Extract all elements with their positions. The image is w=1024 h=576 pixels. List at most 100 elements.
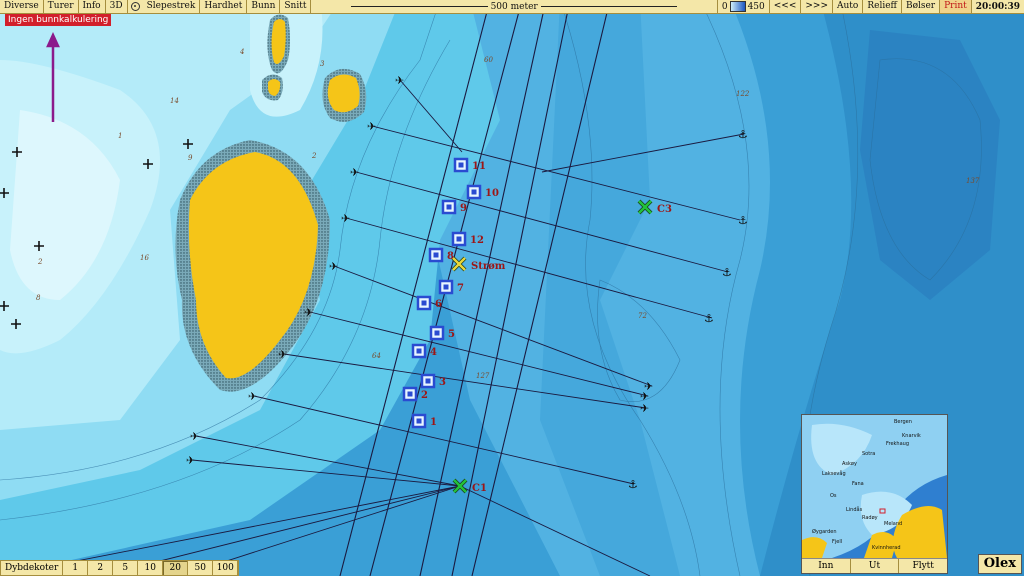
auto-button[interactable]: Auto [833, 0, 864, 13]
top-toolbar: Diverse Turer Info 3D Slepestrek Hardhet… [0, 0, 1024, 14]
minimap-place-name: Fjell [832, 539, 842, 545]
nav-back-button[interactable]: <<< [768, 0, 802, 13]
menu-bunn[interactable]: Bunn [247, 0, 281, 13]
minimap-place-name: Os [830, 493, 837, 499]
minimap-place-name: Laksevåg [822, 470, 846, 477]
minimap-place-name: Radøy [862, 515, 878, 521]
minimap-place-name: Kvinnherad [872, 545, 901, 551]
warning-badge: Ingen bunnkalkulering [5, 14, 112, 26]
depth-curve-selector: Dybdekoter 1 2 5 10 20 50 100 [0, 560, 240, 576]
marker-label: 11 [472, 161, 486, 172]
sample-marker[interactable]: 6 [416, 295, 442, 311]
olex-logo: Olex [977, 554, 1022, 574]
depth-label: 9 [188, 154, 193, 162]
depth-label: 16 [140, 254, 149, 262]
minimap-place-name: Knarvik [902, 433, 921, 439]
relieff-button[interactable]: Relieff [863, 0, 902, 13]
svg-text:✈: ✈ [367, 120, 376, 133]
marker-label: 10 [485, 188, 499, 199]
sample-marker[interactable]: 3 [420, 373, 446, 389]
depth-label: 122 [736, 90, 750, 98]
minimap-place-name: Sotra [862, 451, 875, 457]
target-icon[interactable] [130, 2, 140, 11]
marker-label: 4 [430, 347, 437, 358]
minimap-place-name: Lindås [846, 506, 863, 513]
waypoint-label: Strøm [471, 261, 506, 272]
depth-curve-option-selected[interactable]: 20 [163, 561, 189, 575]
overview-minimap[interactable]: Bergen Knarvik Frekhaug Sotra Askøy Laksevåg F… [801, 414, 948, 574]
depth-label: 3 [320, 60, 325, 68]
svg-text:✈: ✈ [395, 74, 404, 87]
depth-label: 8 [36, 294, 41, 302]
svg-text:⚓: ⚓ [722, 266, 732, 279]
minimap-place-name: Bergen [894, 419, 912, 425]
minimap-place-name: Øygarden [812, 528, 837, 535]
print-button[interactable]: Print [940, 0, 972, 13]
svg-text:✈: ✈ [640, 402, 649, 415]
svg-text:✈: ✈ [248, 390, 257, 403]
svg-text:✈: ✈ [329, 260, 338, 273]
menu-snitt[interactable]: Snitt [280, 0, 312, 13]
sample-marker[interactable]: 5 [429, 325, 455, 341]
depth-curve-option[interactable]: 50 [188, 561, 214, 575]
marker-label: 3 [439, 377, 446, 388]
svg-text:⚓: ⚓ [628, 478, 638, 491]
minimap-buttons: Inn Ut Flytt [802, 558, 947, 573]
minimap-view[interactable]: Bergen Knarvik Frekhaug Sotra Askøy Laksevåg F… [802, 415, 947, 558]
depth-label: 4 [239, 48, 244, 56]
depth-curve-option[interactable]: 2 [88, 561, 114, 575]
marker-label: 2 [421, 390, 428, 401]
sample-marker[interactable]: 9 [441, 199, 467, 215]
depth-curve-option[interactable]: 10 [138, 561, 164, 575]
svg-text:✈: ✈ [278, 348, 287, 361]
svg-text:⚓: ⚓ [738, 214, 748, 227]
marker-label: 12 [470, 235, 484, 246]
depth-label: 2 [311, 152, 317, 160]
depth-label: 60 [484, 56, 493, 64]
nav-forward-button[interactable]: >>> [801, 0, 834, 13]
depth-label: 137 [966, 177, 980, 185]
svg-text:✈: ✈ [186, 454, 195, 467]
depth-label: 14 [170, 97, 179, 105]
sample-marker[interactable]: 8 [428, 247, 454, 263]
sample-marker[interactable]: 7 [438, 279, 464, 295]
menu-3d[interactable]: 3D [106, 0, 128, 13]
svg-text:⚓: ⚓ [704, 312, 714, 325]
menu-diverse[interactable]: Diverse [0, 0, 44, 13]
depth-curve-option[interactable]: 5 [113, 561, 139, 575]
minimap-place-name: Frekhaug [886, 441, 909, 447]
minimap-place-name: Meland [884, 521, 902, 527]
zoom-out-button[interactable]: Ut [851, 559, 900, 573]
depth-gradient-icon [729, 1, 746, 12]
menu-info[interactable]: Info [79, 0, 106, 13]
depth-min: 0 [721, 1, 728, 12]
svg-text:✈: ✈ [350, 166, 359, 179]
depth-label: 127 [476, 372, 490, 380]
depth-max: 450 [747, 1, 765, 12]
svg-text:⚓: ⚓ [738, 128, 748, 141]
zoom-in-button[interactable]: Inn [802, 559, 851, 573]
scale-label: 500 meter [487, 1, 541, 12]
menu-hardhet[interactable]: Hardhet [200, 0, 248, 13]
depth-range[interactable]: 0 450 [716, 0, 769, 13]
waypoint-label: C3 [657, 204, 672, 215]
marker-label: 7 [457, 283, 464, 294]
clock: 20:00:39 [975, 1, 1020, 12]
depth-curve-option[interactable]: 100 [213, 561, 239, 575]
marker-label: 1 [430, 417, 437, 428]
depth-curve-option[interactable]: 1 [63, 561, 89, 575]
depth-label: 64 [372, 352, 381, 360]
sample-marker[interactable]: 2 [402, 386, 428, 402]
waypoint-label: C1 [472, 483, 487, 494]
marker-label: 5 [448, 329, 455, 340]
sample-marker[interactable]: 4 [411, 343, 437, 359]
sample-marker[interactable]: 1 [411, 413, 437, 429]
move-button[interactable]: Flytt [899, 559, 947, 573]
bolser-button[interactable]: Bølser [902, 0, 941, 13]
depth-label: 72 [638, 312, 647, 320]
scale-bar: 500 meter [311, 0, 716, 13]
depth-label: 1 [118, 132, 122, 140]
svg-text:✈: ✈ [190, 430, 199, 443]
menu-turer[interactable]: Turer [44, 0, 79, 13]
menu-slepestrek[interactable]: Slepestrek [143, 0, 201, 13]
